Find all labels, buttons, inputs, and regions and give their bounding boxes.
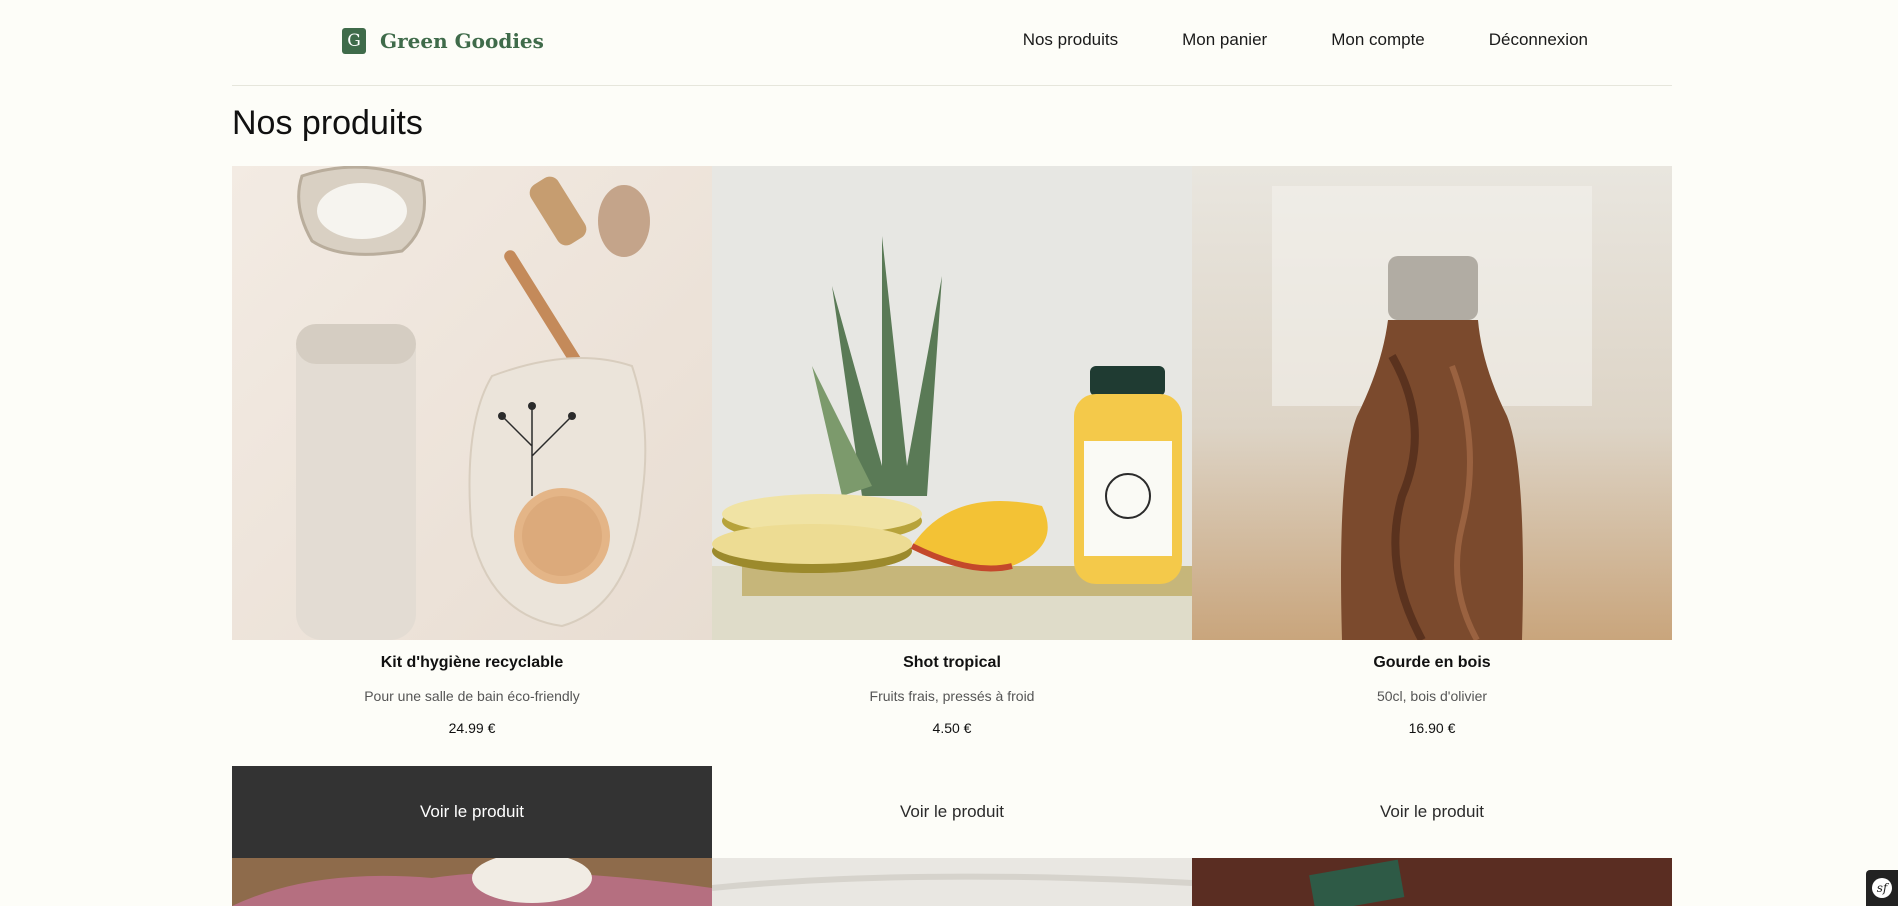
product-description: Fruits frais, pressés à froid bbox=[869, 688, 1035, 704]
product-image-shot-tropical[interactable] bbox=[712, 166, 1192, 640]
nav-mon-panier[interactable]: Mon panier bbox=[1182, 30, 1267, 50]
product-image-gourde-bois[interactable] bbox=[1192, 166, 1672, 640]
product-info: Kit d'hygiène recyclable Pour une salle … bbox=[232, 640, 712, 766]
product-info: Gourde en bois 50cl, bois d'olivier 16.9… bbox=[1192, 640, 1672, 766]
product-card: Kit d'hygiène recyclable Pour une salle … bbox=[232, 166, 712, 858]
product-price: 4.50 € bbox=[932, 720, 972, 736]
brand-logo-icon: G bbox=[342, 28, 366, 54]
main-nav: Nos produits Mon panier Mon compte Décon… bbox=[1023, 30, 1588, 50]
product-grid: Kit d'hygiène recyclable Pour une salle … bbox=[232, 166, 1672, 858]
product-image-next-1[interactable] bbox=[232, 858, 712, 906]
product-image-hygiene-kit[interactable] bbox=[232, 166, 712, 640]
view-product-button[interactable]: Voir le produit bbox=[232, 766, 712, 858]
symfony-icon: sf bbox=[1872, 878, 1892, 898]
product-card: Shot tropical Fruits frais, pressés à fr… bbox=[712, 166, 1192, 858]
nav-mon-compte[interactable]: Mon compte bbox=[1331, 30, 1425, 50]
product-name: Gourde en bois bbox=[1373, 654, 1491, 671]
brand-logo-link[interactable]: G Green Goodies bbox=[342, 28, 544, 54]
nav-nos-produits[interactable]: Nos produits bbox=[1023, 30, 1118, 50]
product-price: 16.90 € bbox=[1408, 720, 1456, 736]
product-image-next-3[interactable] bbox=[1192, 858, 1672, 906]
product-card: Gourde en bois 50cl, bois d'olivier 16.9… bbox=[1192, 166, 1672, 858]
product-name: Kit d'hygiène recyclable bbox=[380, 654, 564, 671]
product-name: Shot tropical bbox=[903, 654, 1001, 671]
product-grid-next-row bbox=[232, 858, 1672, 906]
page-title: Nos produits bbox=[232, 104, 423, 142]
product-info: Shot tropical Fruits frais, pressés à fr… bbox=[712, 640, 1192, 766]
product-price: 24.99 € bbox=[448, 720, 496, 736]
product-image-next-2[interactable] bbox=[712, 858, 1192, 906]
nav-deconnexion[interactable]: Déconnexion bbox=[1489, 30, 1588, 50]
site-header: G Green Goodies Nos produits Mon panier … bbox=[232, 0, 1672, 86]
view-product-button[interactable]: Voir le produit bbox=[1192, 766, 1672, 858]
product-description: 50cl, bois d'olivier bbox=[1376, 688, 1488, 704]
product-description: Pour une salle de bain éco-friendly bbox=[364, 688, 580, 704]
brand-name: Green Goodies bbox=[380, 29, 544, 53]
view-product-button[interactable]: Voir le produit bbox=[712, 766, 1192, 858]
symfony-toolbar-toggle[interactable]: sf bbox=[1866, 870, 1898, 906]
